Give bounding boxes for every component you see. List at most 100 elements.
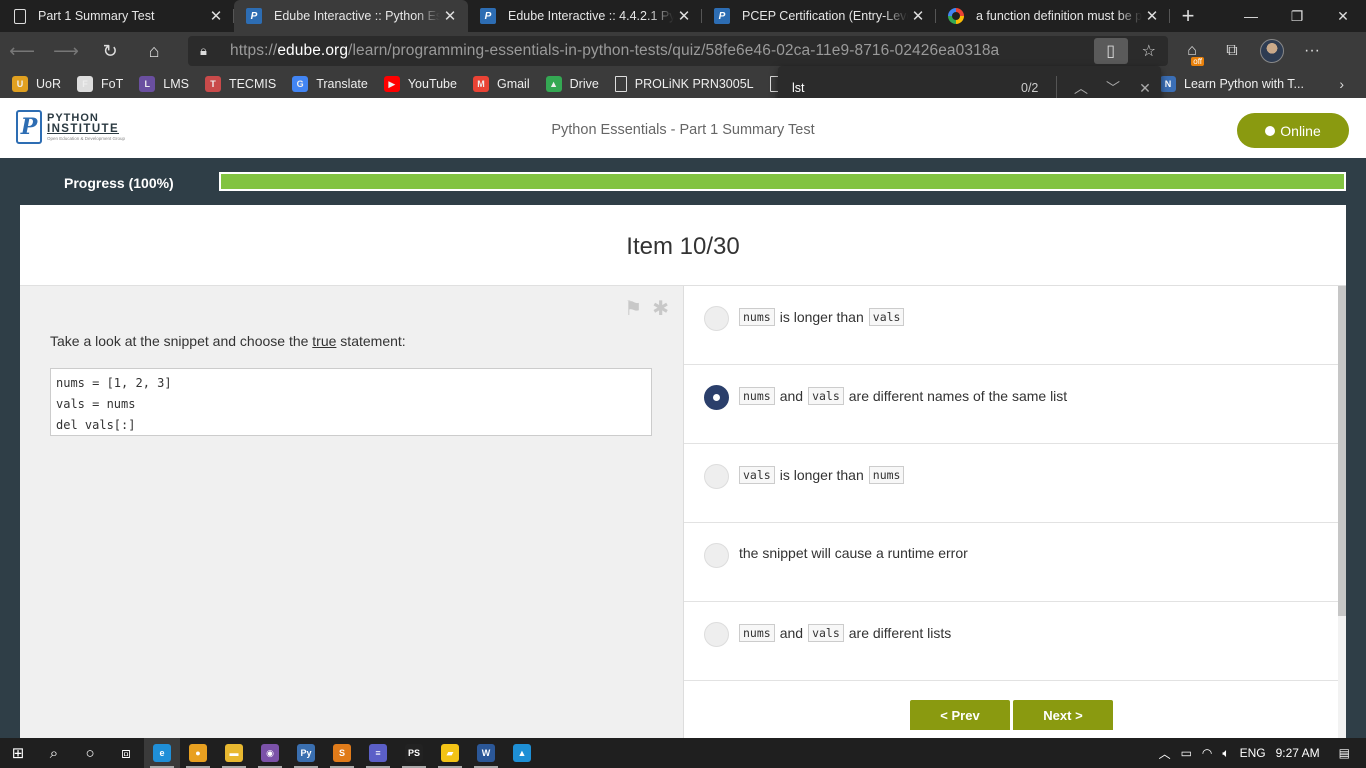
battery-icon[interactable]: ▭ xyxy=(1181,746,1192,760)
radio-button[interactable] xyxy=(704,543,729,568)
next-button[interactable]: Next > xyxy=(1013,700,1113,730)
tab-google-search[interactable]: a function definition must be placed ✕ xyxy=(936,0,1170,32)
sublime-icon[interactable]: S xyxy=(324,738,360,768)
answer-label: vals is longer than nums xyxy=(739,466,905,484)
tab-close-icon[interactable]: ✕ xyxy=(440,7,460,25)
search-icon[interactable]: ⌕ xyxy=(36,738,72,768)
new-tab-button[interactable]: + xyxy=(1170,0,1206,32)
bookmark-translate[interactable]: G Translate xyxy=(292,76,368,92)
tab-title: Edube Interactive :: Python Essentials xyxy=(274,9,440,23)
answer-option[interactable]: nums and vals are different lists xyxy=(684,602,1338,681)
answer-text: the snippet will cause a runtime error xyxy=(739,545,968,561)
tab-pcep-certification[interactable]: P PCEP Certification (Entry-Level ✕ xyxy=(702,0,936,32)
prev-button[interactable]: < Prev xyxy=(910,700,1010,730)
lock-icon[interactable]: 🔒︎ xyxy=(200,43,216,59)
forward-button[interactable]: ⟶ xyxy=(44,32,88,70)
chrome-icon[interactable]: ● xyxy=(180,738,216,768)
refresh-button[interactable]: ↻ xyxy=(88,32,132,70)
address-bar[interactable]: 🔒︎ https://edube.org/learn/programming-e… xyxy=(188,36,1168,66)
inline-code: nums xyxy=(739,624,775,642)
profile-avatar[interactable] xyxy=(1252,39,1292,63)
app-lines-icon[interactable]: ≡ xyxy=(360,738,396,768)
minimize-icon[interactable]: — xyxy=(1228,0,1274,32)
restore-icon[interactable]: ❐ xyxy=(1274,0,1320,32)
bookmark-uor[interactable]: U UoR xyxy=(12,76,61,92)
translate-icon: G xyxy=(292,76,309,92)
learn-python-icon: N xyxy=(1160,76,1176,92)
photos-icon[interactable]: ▲ xyxy=(504,738,540,768)
bookmark-label: Gmail xyxy=(496,77,530,91)
tab-edube-python-essentials[interactable]: P Edube Interactive :: Python Essentials… xyxy=(234,0,468,32)
answer-text: is longer than xyxy=(779,309,864,325)
find-close-icon[interactable]: ✕ xyxy=(1129,80,1161,97)
bookmark-drive[interactable]: ▲ Drive xyxy=(545,76,599,92)
scrollbar[interactable] xyxy=(1338,286,1346,738)
answers-panel: nums and vals are different lists the snippe… xyxy=(683,286,1346,738)
bookmark-tecmis[interactable]: T TECMIS xyxy=(204,76,276,92)
answer-option[interactable]: the snippet will cause a runtime error xyxy=(684,523,1338,602)
notifications-icon[interactable]: ▤ xyxy=(1339,746,1350,760)
find-previous-icon[interactable]: ︿ xyxy=(1065,78,1097,98)
file-explorer-icon[interactable]: ▬ xyxy=(216,738,252,768)
answer-option[interactable]: nums and vals are different names of the sa… xyxy=(684,365,1338,444)
bookmark-lms[interactable]: L LMS xyxy=(139,76,189,92)
clock[interactable]: 9:27 AM xyxy=(1276,746,1320,760)
answer-option[interactable]: nums is longer than vals xyxy=(684,286,1338,365)
answer-option[interactable]: vals is longer than nums xyxy=(684,444,1338,523)
task-view-icon[interactable]: ⧈ xyxy=(108,738,144,768)
collections-icon[interactable]: ⧉ xyxy=(1212,42,1252,60)
bug-icon[interactable]: ✱ xyxy=(652,296,669,321)
wifi-icon[interactable]: ◠ xyxy=(1202,746,1212,760)
sticky-notes-icon[interactable]: ▰ xyxy=(432,738,468,768)
tab-close-icon[interactable]: ✕ xyxy=(674,7,694,25)
page-title: Python Essentials - Part 1 Summary Test xyxy=(551,122,815,138)
online-status-button[interactable]: Online xyxy=(1237,113,1349,148)
radio-button[interactable] xyxy=(704,622,729,647)
chevron-right-icon[interactable]: › xyxy=(1339,76,1344,92)
settings-more-icon[interactable]: ··· xyxy=(1292,42,1332,60)
phpstorm-icon[interactable]: PS xyxy=(396,738,432,768)
back-button[interactable]: ⟵ xyxy=(0,32,44,70)
bookmark-prolink-prn3005l[interactable]: PROLiNK PRN3005L xyxy=(614,76,754,92)
bookmark-fot[interactable]: F FoT xyxy=(77,76,123,92)
radio-button[interactable] xyxy=(704,464,729,489)
tab-part1-summary[interactable]: Part 1 Summary Test ✕ xyxy=(0,0,234,32)
app-purple-icon[interactable]: ◉ xyxy=(252,738,288,768)
bookmark-youtube[interactable]: ▶ YouTube xyxy=(383,76,457,92)
home-button[interactable]: ⌂ xyxy=(132,32,176,70)
tab-edube-4421[interactable]: P Edube Interactive :: 4.4.2.1 Python ✕ xyxy=(468,0,702,32)
edge-icon[interactable]: e xyxy=(144,738,180,768)
flag-icon[interactable]: ⚑ xyxy=(624,296,642,321)
bookmarks-bar: U UoR F FoT L LMS T TECMIS G Translate ▶ YouTube M Gm… xyxy=(0,70,1366,98)
tab-close-icon[interactable]: ✕ xyxy=(908,7,928,25)
radio-button[interactable] xyxy=(704,306,729,331)
code-snippet: nums = [1, 2, 3] vals = nums del vals[:] xyxy=(50,368,652,436)
bookmark-label: Drive xyxy=(569,77,599,91)
immersive-reader-icon[interactable]: ▯ xyxy=(1093,38,1128,64)
question-panel: ⚑ ✱ Take a look at the snippet and choos… xyxy=(20,286,683,738)
question-text: Take a look at the snippet and choose th… xyxy=(50,333,406,349)
bookmark-gmail[interactable]: M Gmail xyxy=(472,76,530,92)
find-next-icon[interactable]: ﹀ xyxy=(1097,78,1129,98)
find-input[interactable]: lst xyxy=(792,81,1021,95)
status-dot-icon xyxy=(1265,125,1276,136)
tab-close-icon[interactable]: ✕ xyxy=(206,7,226,25)
google-icon xyxy=(948,8,964,24)
tab-close-icon[interactable]: ✕ xyxy=(1142,7,1162,25)
start-icon[interactable]: ⊞ xyxy=(0,738,36,768)
favorite-star-icon[interactable]: ☆ xyxy=(1142,41,1156,61)
cortana-icon[interactable]: ○ xyxy=(72,738,108,768)
word-icon[interactable]: W xyxy=(468,738,504,768)
volume-icon[interactable]: 🔈︎ xyxy=(1222,746,1229,761)
inline-code: nums xyxy=(868,466,905,484)
drive-icon: ▲ xyxy=(545,76,562,92)
close-window-icon[interactable]: ✕ xyxy=(1320,0,1366,32)
chevron-up-icon[interactable]: ︿ xyxy=(1159,745,1171,762)
answer-text: is longer than xyxy=(779,467,864,483)
extension-icon[interactable]: ⌂ off xyxy=(1172,42,1212,66)
radio-button[interactable] xyxy=(704,385,729,410)
language-indicator[interactable]: ENG xyxy=(1240,746,1266,760)
bookmark-learn-python[interactable]: N Learn Python with T... xyxy=(1160,76,1304,92)
document-icon xyxy=(14,8,26,24)
python-idle-icon[interactable]: Py xyxy=(288,738,324,768)
